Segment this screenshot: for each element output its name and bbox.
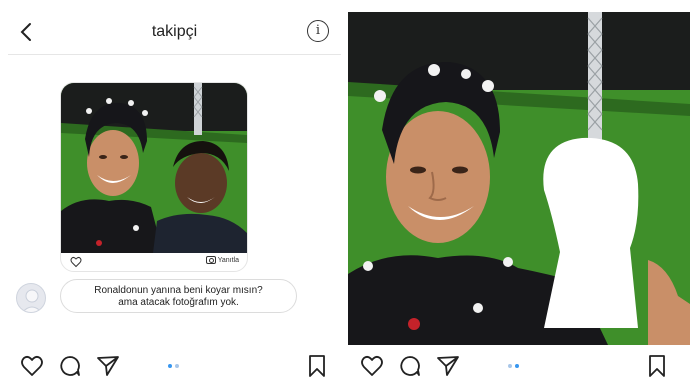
camera-icon [205, 256, 216, 264]
chat-title: takipçi [151, 23, 198, 40]
carousel-indicator [168, 364, 182, 369]
carousel-indicator [508, 364, 522, 369]
heart-icon[interactable] [20, 354, 44, 378]
post-footer: Yanıtla [61, 253, 247, 271]
chat-header: takipçi i [8, 10, 341, 55]
message-line-1: Ronaldonun yanına beni koyar mısın? [94, 285, 263, 296]
post-action-bar [348, 350, 678, 382]
paper-plane-icon[interactable] [96, 354, 120, 378]
carousel-dot [175, 364, 179, 368]
reply-button[interactable]: Yanıtla [205, 256, 239, 264]
message-bubble: Ronaldonun yanına beni koyar mısın? ama … [60, 279, 297, 313]
bookmark-icon[interactable] [646, 354, 668, 378]
reply-label: Yanıtla [217, 256, 239, 264]
shared-post-card[interactable]: Yanıtla [60, 82, 248, 272]
post-panel [348, 0, 690, 388]
carousel-dot [508, 364, 512, 368]
paper-plane-icon[interactable] [436, 354, 460, 378]
carousel-dot-active [515, 364, 519, 368]
dm-panel: takipçi i Yanıtla Ronaldonun yanına beni… [0, 0, 343, 388]
post-action-bar [8, 350, 338, 382]
heart-icon[interactable] [360, 354, 384, 378]
bookmark-icon[interactable] [306, 354, 328, 378]
comment-icon[interactable] [398, 354, 422, 378]
avatar[interactable] [16, 283, 46, 313]
edited-photo [348, 12, 690, 345]
info-icon[interactable]: i [307, 20, 329, 42]
post-photo [61, 83, 247, 253]
heart-outline-icon[interactable] [70, 256, 82, 268]
message-line-2: ama atacak fotoğrafım yok. [118, 297, 239, 308]
comment-icon[interactable] [58, 354, 82, 378]
carousel-dot-active [168, 364, 172, 368]
